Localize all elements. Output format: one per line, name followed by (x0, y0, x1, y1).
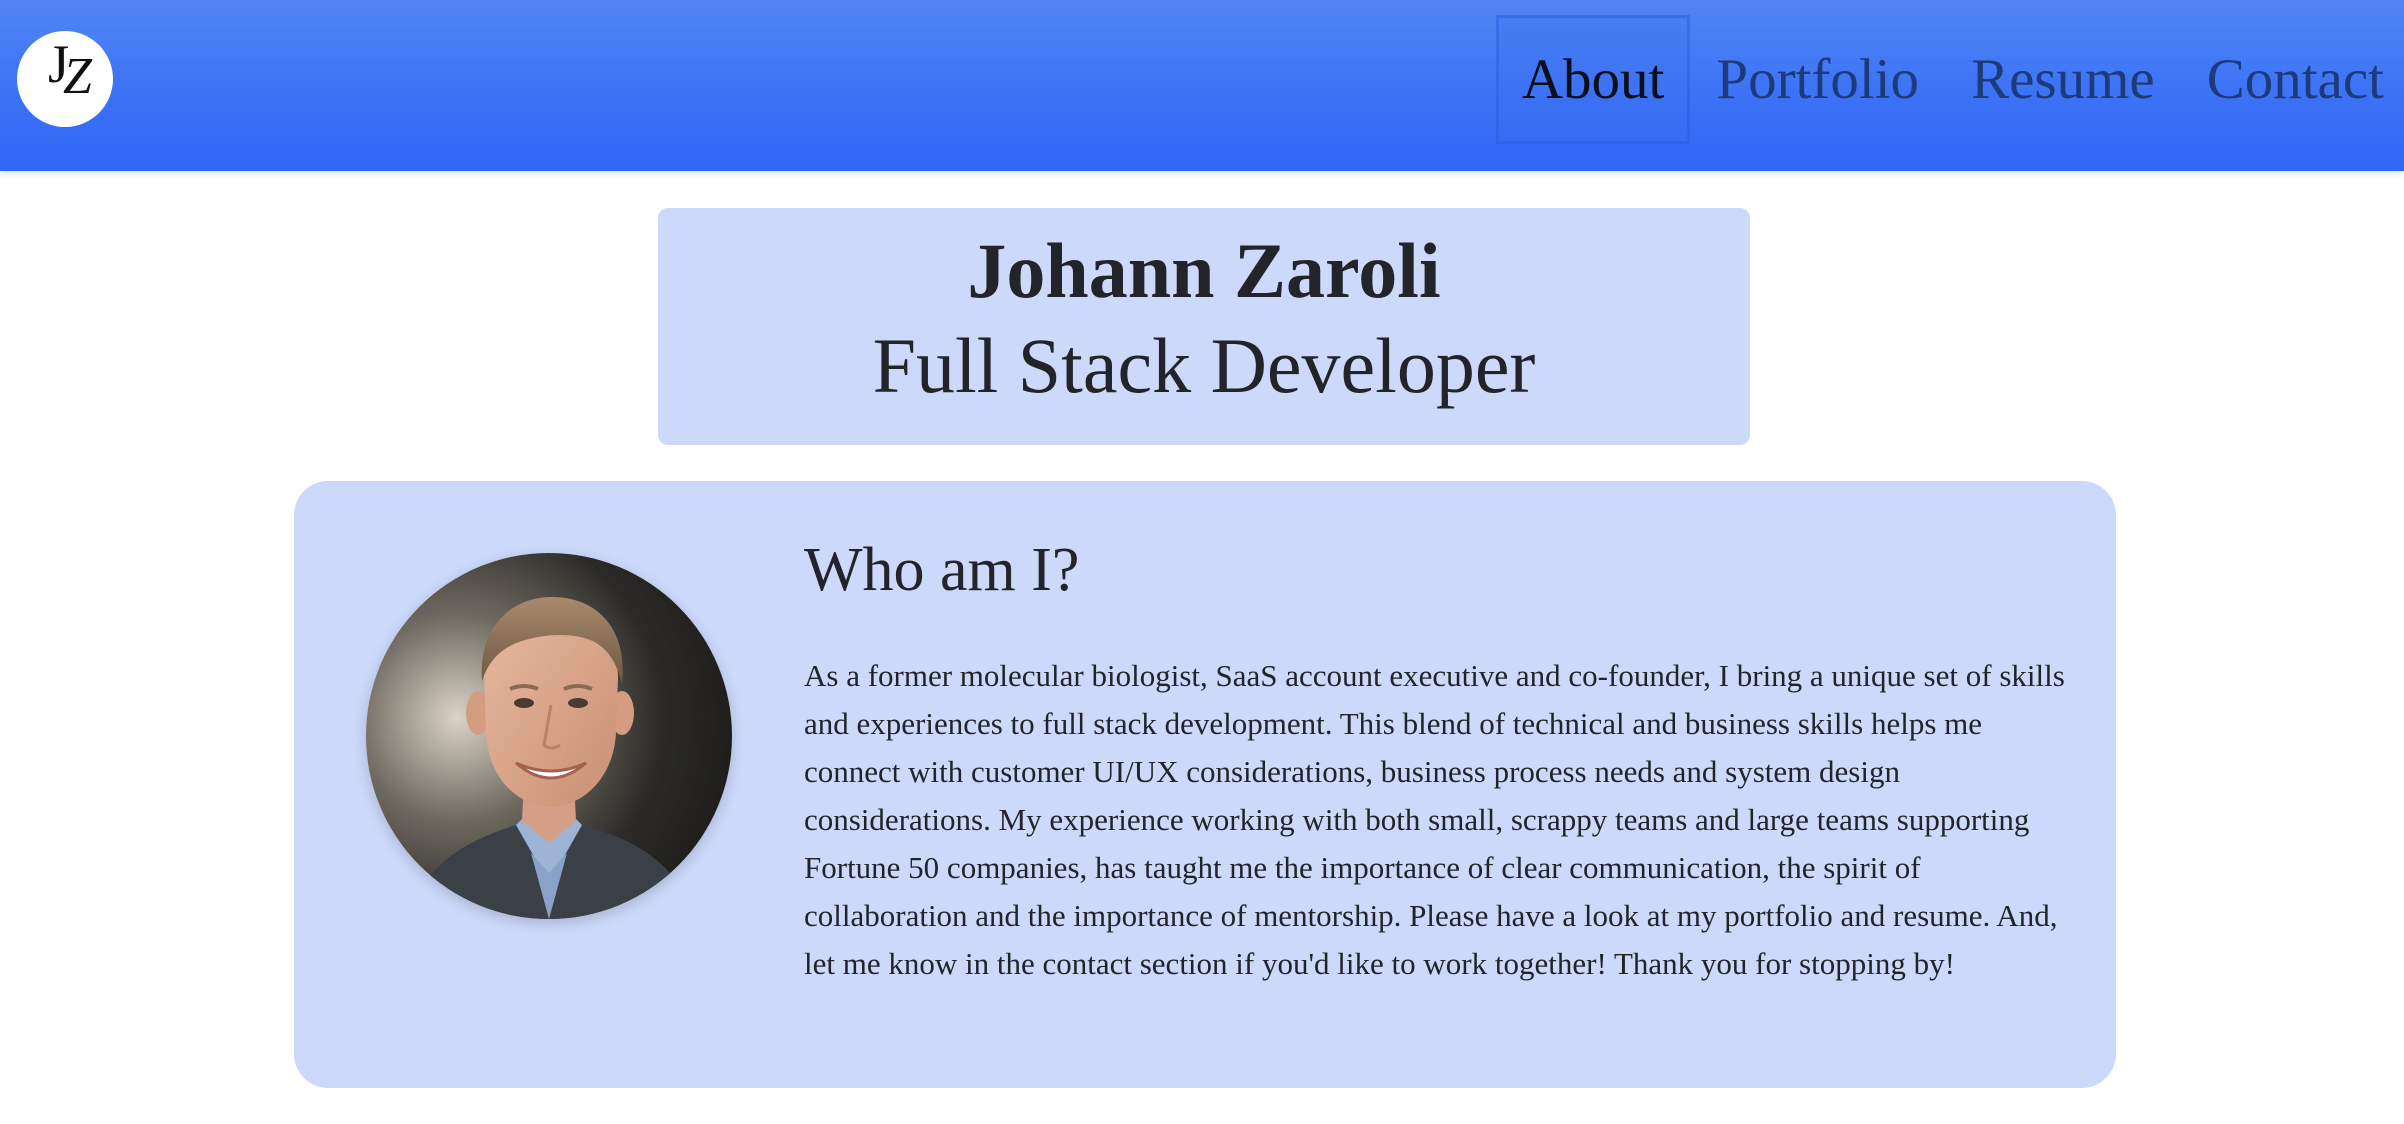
about-text: As a former molecular biologist, SaaS ac… (804, 658, 2065, 981)
about-card: Who am I? As a former molecular biologis… (294, 481, 2116, 1088)
logo[interactable]: JZ (17, 31, 113, 127)
page-title: Johann Zaroli (967, 227, 1441, 314)
nav-item-about[interactable]: About (1495, 14, 1691, 144)
nav-links: About Portfolio Resume Contact (1495, 14, 2404, 144)
navbar: JZ About Portfolio Resume Contact (0, 0, 2404, 171)
nav-item-portfolio[interactable]: Portfolio (1690, 15, 1945, 144)
page-subtitle: Full Stack Developer (872, 322, 1536, 409)
nav-item-resume[interactable]: Resume (1945, 15, 2181, 144)
nav-item-contact[interactable]: Contact (2181, 15, 2404, 144)
profile-photo (366, 553, 732, 919)
logo-mark: JZ (48, 34, 92, 105)
profile-photo-icon (366, 553, 732, 919)
header-card: Johann Zaroli Full Stack Developer (658, 208, 1750, 445)
about-title: Who am I? (804, 536, 1080, 604)
